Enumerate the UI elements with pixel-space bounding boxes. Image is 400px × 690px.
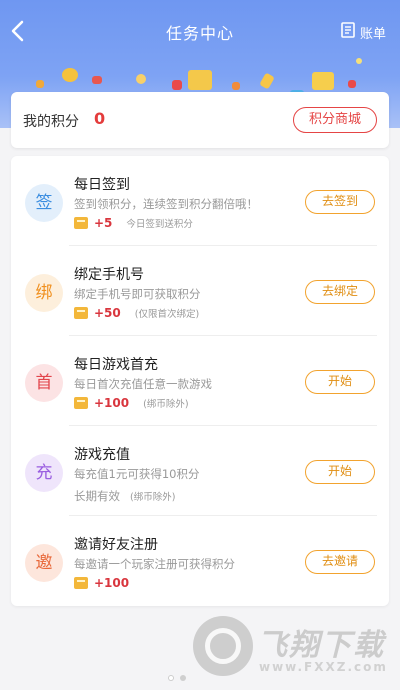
confetti-decoration [36, 80, 44, 88]
confetti-decoration [232, 82, 240, 90]
gift-decoration [188, 70, 212, 90]
reward-note: (绑币除外) [143, 399, 189, 410]
points-value: 0 [94, 109, 106, 128]
coin-decoration [62, 68, 78, 82]
coin-icon [74, 397, 88, 409]
task-name: 每日游戏首充 [74, 357, 158, 373]
task-bind-phone: 绑 绑定手机号 绑定手机号即可获取积分 +50 (仅限首次绑定) 去绑定 [11, 246, 389, 336]
reward-note: 今日签到送积分 [126, 219, 193, 230]
watermark-text: 飞翔下载 [257, 628, 385, 663]
validity-text: 长期有效 [74, 489, 120, 503]
task-name: 游戏充值 [74, 447, 130, 463]
coin-icon [74, 577, 88, 589]
gift-decoration [312, 72, 334, 90]
task-reward: +50 (仅限首次绑定) [74, 306, 199, 320]
task-name: 绑定手机号 [74, 267, 144, 283]
reward-note: (绑币除外) [130, 492, 176, 503]
task-reward: +100 (绑币除外) [74, 396, 189, 410]
reward-points: +50 [94, 306, 121, 320]
task-name: 邀请好友注册 [74, 537, 158, 553]
bind-button[interactable]: 去绑定 [305, 280, 375, 304]
confetti-decoration [92, 76, 102, 84]
bill-button[interactable]: 账单 [341, 22, 386, 42]
task-desc: 每日首次充值任意一款游戏 [74, 377, 212, 391]
confetti-decoration [259, 72, 275, 90]
task-desc: 绑定手机号即可获取积分 [74, 287, 201, 301]
invite-button[interactable]: 去邀请 [305, 550, 375, 574]
confetti-decoration [136, 74, 146, 84]
bill-label: 账单 [359, 26, 386, 42]
task-desc: 每充值1元可获得10积分 [74, 467, 200, 481]
task-invite-friends: 邀 邀请好友注册 每邀请一个玩家注册可获得积分 +100 去邀请 [11, 516, 389, 606]
start-button[interactable]: 开始 [305, 370, 375, 394]
coin-icon [74, 307, 88, 319]
coin-icon [74, 217, 88, 229]
reward-note: (仅限首次绑定) [134, 309, 200, 320]
task-reward: +5 今日签到送积分 [74, 216, 193, 230]
points-label: 我的积分 [23, 114, 79, 130]
start-button[interactable]: 开始 [305, 460, 375, 484]
page-indicator [168, 675, 192, 681]
task-daily-checkin: 签 每日签到 签到领积分，连续签到积分翻倍哦！ +5 今日签到送积分 去签到 [11, 156, 389, 246]
task-validity: 长期有效 (绑币除外) [74, 488, 175, 504]
recharge-icon: 充 [25, 454, 63, 492]
reward-points: +100 [94, 576, 130, 590]
points-mall-button[interactable]: 积分商城 [293, 107, 377, 133]
points-card: 我的积分 0 积分商城 [11, 92, 389, 148]
watermark-url: www.FXXZ.com [259, 660, 388, 674]
task-list: 签 每日签到 签到领积分，连续签到积分翻倍哦！ +5 今日签到送积分 去签到 绑… [11, 156, 389, 606]
bind-icon: 绑 [25, 274, 63, 312]
confetti-decoration [356, 58, 362, 64]
task-name: 每日签到 [74, 177, 130, 193]
task-daily-first-recharge: 首 每日游戏首充 每日首次充值任意一款游戏 +100 (绑币除外) 开始 [11, 336, 389, 426]
task-desc: 签到领积分，连续签到积分翻倍哦！ [74, 197, 258, 211]
task-desc: 每邀请一个玩家注册可获得积分 [74, 557, 235, 571]
checkin-button[interactable]: 去签到 [305, 190, 375, 214]
checkin-icon: 签 [25, 184, 63, 222]
confetti-decoration [348, 80, 356, 88]
invite-icon: 邀 [25, 544, 63, 582]
reward-points: +5 [94, 216, 113, 230]
receipt-icon [341, 22, 360, 42]
watermark: 飞翔下载 www.FXXZ.com [193, 616, 393, 684]
task-reward: +100 [74, 576, 143, 590]
page-dot [180, 675, 186, 681]
confetti-decoration [172, 80, 182, 90]
reward-points: +100 [94, 396, 130, 410]
watermark-logo-icon [193, 616, 253, 676]
task-game-recharge: 充 游戏充值 每充值1元可获得10积分 长期有效 (绑币除外) 开始 [11, 426, 389, 516]
page-dot-active [168, 675, 174, 681]
first-recharge-icon: 首 [25, 364, 63, 402]
